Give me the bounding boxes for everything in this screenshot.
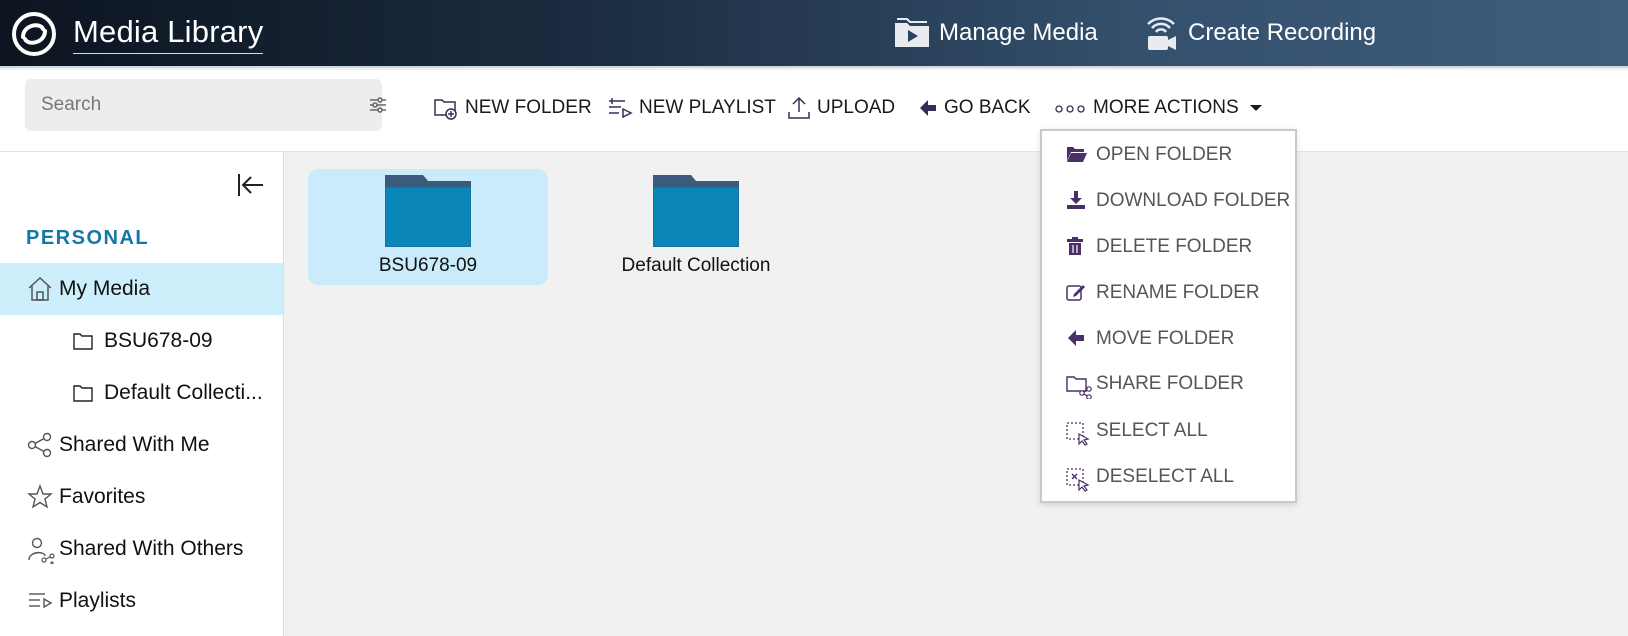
select-all-icon (1066, 422, 1090, 446)
new-folder-button[interactable]: NEW FOLDER (433, 92, 592, 124)
manage-media-label: Manage Media (939, 19, 1098, 46)
folder-outline-icon (73, 385, 93, 402)
app-title[interactable]: Media Library (73, 14, 264, 54)
folder-tile-default-collection[interactable]: Default Collection (576, 169, 816, 285)
menu-item-label: DESELECT ALL (1096, 466, 1235, 487)
folder-share-icon (1066, 376, 1092, 399)
collapse-sidebar-icon[interactable] (236, 172, 264, 198)
menu-item-download-folder[interactable]: DOWNLOAD FOLDER (1042, 180, 1295, 220)
menu-item-label: DELETE FOLDER (1096, 236, 1253, 257)
folder-icon (653, 175, 739, 247)
star-icon (27, 484, 53, 509)
create-recording-label: Create Recording (1188, 19, 1377, 46)
menu-item-share-folder[interactable]: SHARE FOLDER (1042, 363, 1295, 403)
arrow-left-icon (1068, 330, 1084, 346)
menu-item-move-folder[interactable]: MOVE FOLDER (1042, 318, 1295, 358)
deselect-all-icon (1066, 468, 1090, 492)
sidebar-item-shared-with-me[interactable]: Shared With Me (0, 419, 283, 471)
app-logo-icon[interactable] (10, 12, 58, 56)
caret-down-icon (1249, 105, 1262, 111)
menu-item-rename-folder[interactable]: RENAME FOLDER (1042, 272, 1295, 312)
menu-item-label: SHARE FOLDER (1096, 373, 1244, 394)
menu-item-open-folder[interactable]: OPEN FOLDER (1042, 134, 1295, 174)
create-recording-button[interactable]: Create Recording (1144, 12, 1376, 54)
menu-item-label: DOWNLOAD FOLDER (1096, 190, 1291, 211)
more-actions-label: MORE ACTIONS (1093, 97, 1239, 118)
sidebar-item-label: Favorites (59, 485, 146, 508)
search-box (25, 79, 386, 131)
folder-name: Default Collection (621, 255, 771, 276)
app-header: Media Library Manage Media Create Record… (0, 0, 1628, 68)
folder-name: BSU678-09 (378, 255, 478, 276)
go-back-button[interactable]: GO BACK (918, 92, 1031, 124)
recording-icon (1147, 17, 1176, 50)
go-back-label: GO BACK (944, 97, 1031, 118)
upload-icon (788, 96, 810, 119)
sidebar-item-label: Shared With Others (59, 537, 244, 560)
sidebar-item-default-collection[interactable]: Default Collecti... (0, 367, 283, 419)
sidebar-item-label: My Media (59, 277, 151, 300)
sidebar-item-my-media[interactable]: My Media (0, 263, 283, 315)
edit-icon (1066, 285, 1085, 301)
folder-outline-icon (73, 333, 93, 350)
upload-label: UPLOAD (817, 97, 896, 118)
sidebar-item-bsu678-09[interactable]: BSU678-09 (0, 315, 283, 367)
new-playlist-label: NEW PLAYLIST (639, 97, 776, 118)
folder-tile-bsu678-09[interactable]: BSU678-09 (308, 169, 548, 285)
toolbar: NEW FOLDER NEW PLAYLIST UPLOAD GO BACK (0, 70, 1628, 152)
sidebar-item-label: Shared With Me (59, 433, 210, 456)
arrow-left-icon (920, 100, 936, 116)
menu-item-label: RENAME FOLDER (1096, 282, 1260, 303)
menu-item-label: OPEN FOLDER (1096, 144, 1233, 165)
sidebar: PERSONAL My Media BSU678-09 Default Coll… (0, 152, 284, 636)
section-title-personal: PERSONAL (26, 227, 150, 249)
menu-item-label: MOVE FOLDER (1096, 328, 1235, 349)
filter-sliders-icon[interactable] (369, 96, 387, 114)
sidebar-item-label: Playlists (59, 589, 137, 612)
home-icon (28, 276, 52, 301)
more-actions-menu: OPEN FOLDER DOWNLOAD FOLDER DELETE FOLDE… (1040, 129, 1297, 503)
menu-item-delete-folder[interactable]: DELETE FOLDER (1042, 226, 1295, 266)
sidebar-item-label: BSU678-09 (104, 329, 213, 352)
folder-open-icon (1067, 147, 1087, 162)
manage-media-button[interactable]: Manage Media (893, 12, 1098, 54)
sidebar-item-shared-with-others[interactable]: Shared With Others (0, 523, 283, 575)
menu-item-label: SELECT ALL (1096, 420, 1208, 441)
sidebar-item-favorites[interactable]: Favorites (0, 471, 283, 523)
sidebar-item-playlists[interactable]: Playlists (0, 575, 283, 627)
more-actions-button[interactable]: MORE ACTIONS (1055, 92, 1271, 124)
user-share-icon (28, 537, 55, 564)
download-icon (1067, 191, 1085, 209)
new-playlist-button[interactable]: NEW PLAYLIST (607, 92, 776, 124)
media-folder-icon (895, 18, 929, 47)
upload-button[interactable]: UPLOAD (787, 92, 895, 124)
new-folder-label: NEW FOLDER (465, 97, 592, 118)
folder-icon (385, 175, 471, 247)
new-playlist-icon (609, 98, 633, 119)
new-folder-icon (434, 99, 457, 120)
share-icon (27, 432, 52, 458)
search-input[interactable] (41, 91, 331, 119)
trash-icon (1067, 237, 1083, 255)
menu-item-select-all[interactable]: SELECT ALL (1042, 410, 1295, 450)
sidebar-item-label: Default Collecti... (104, 381, 263, 404)
playlist-icon (29, 593, 53, 609)
menu-item-deselect-all[interactable]: DESELECT ALL (1042, 456, 1295, 496)
more-dots-icon (1055, 105, 1085, 113)
